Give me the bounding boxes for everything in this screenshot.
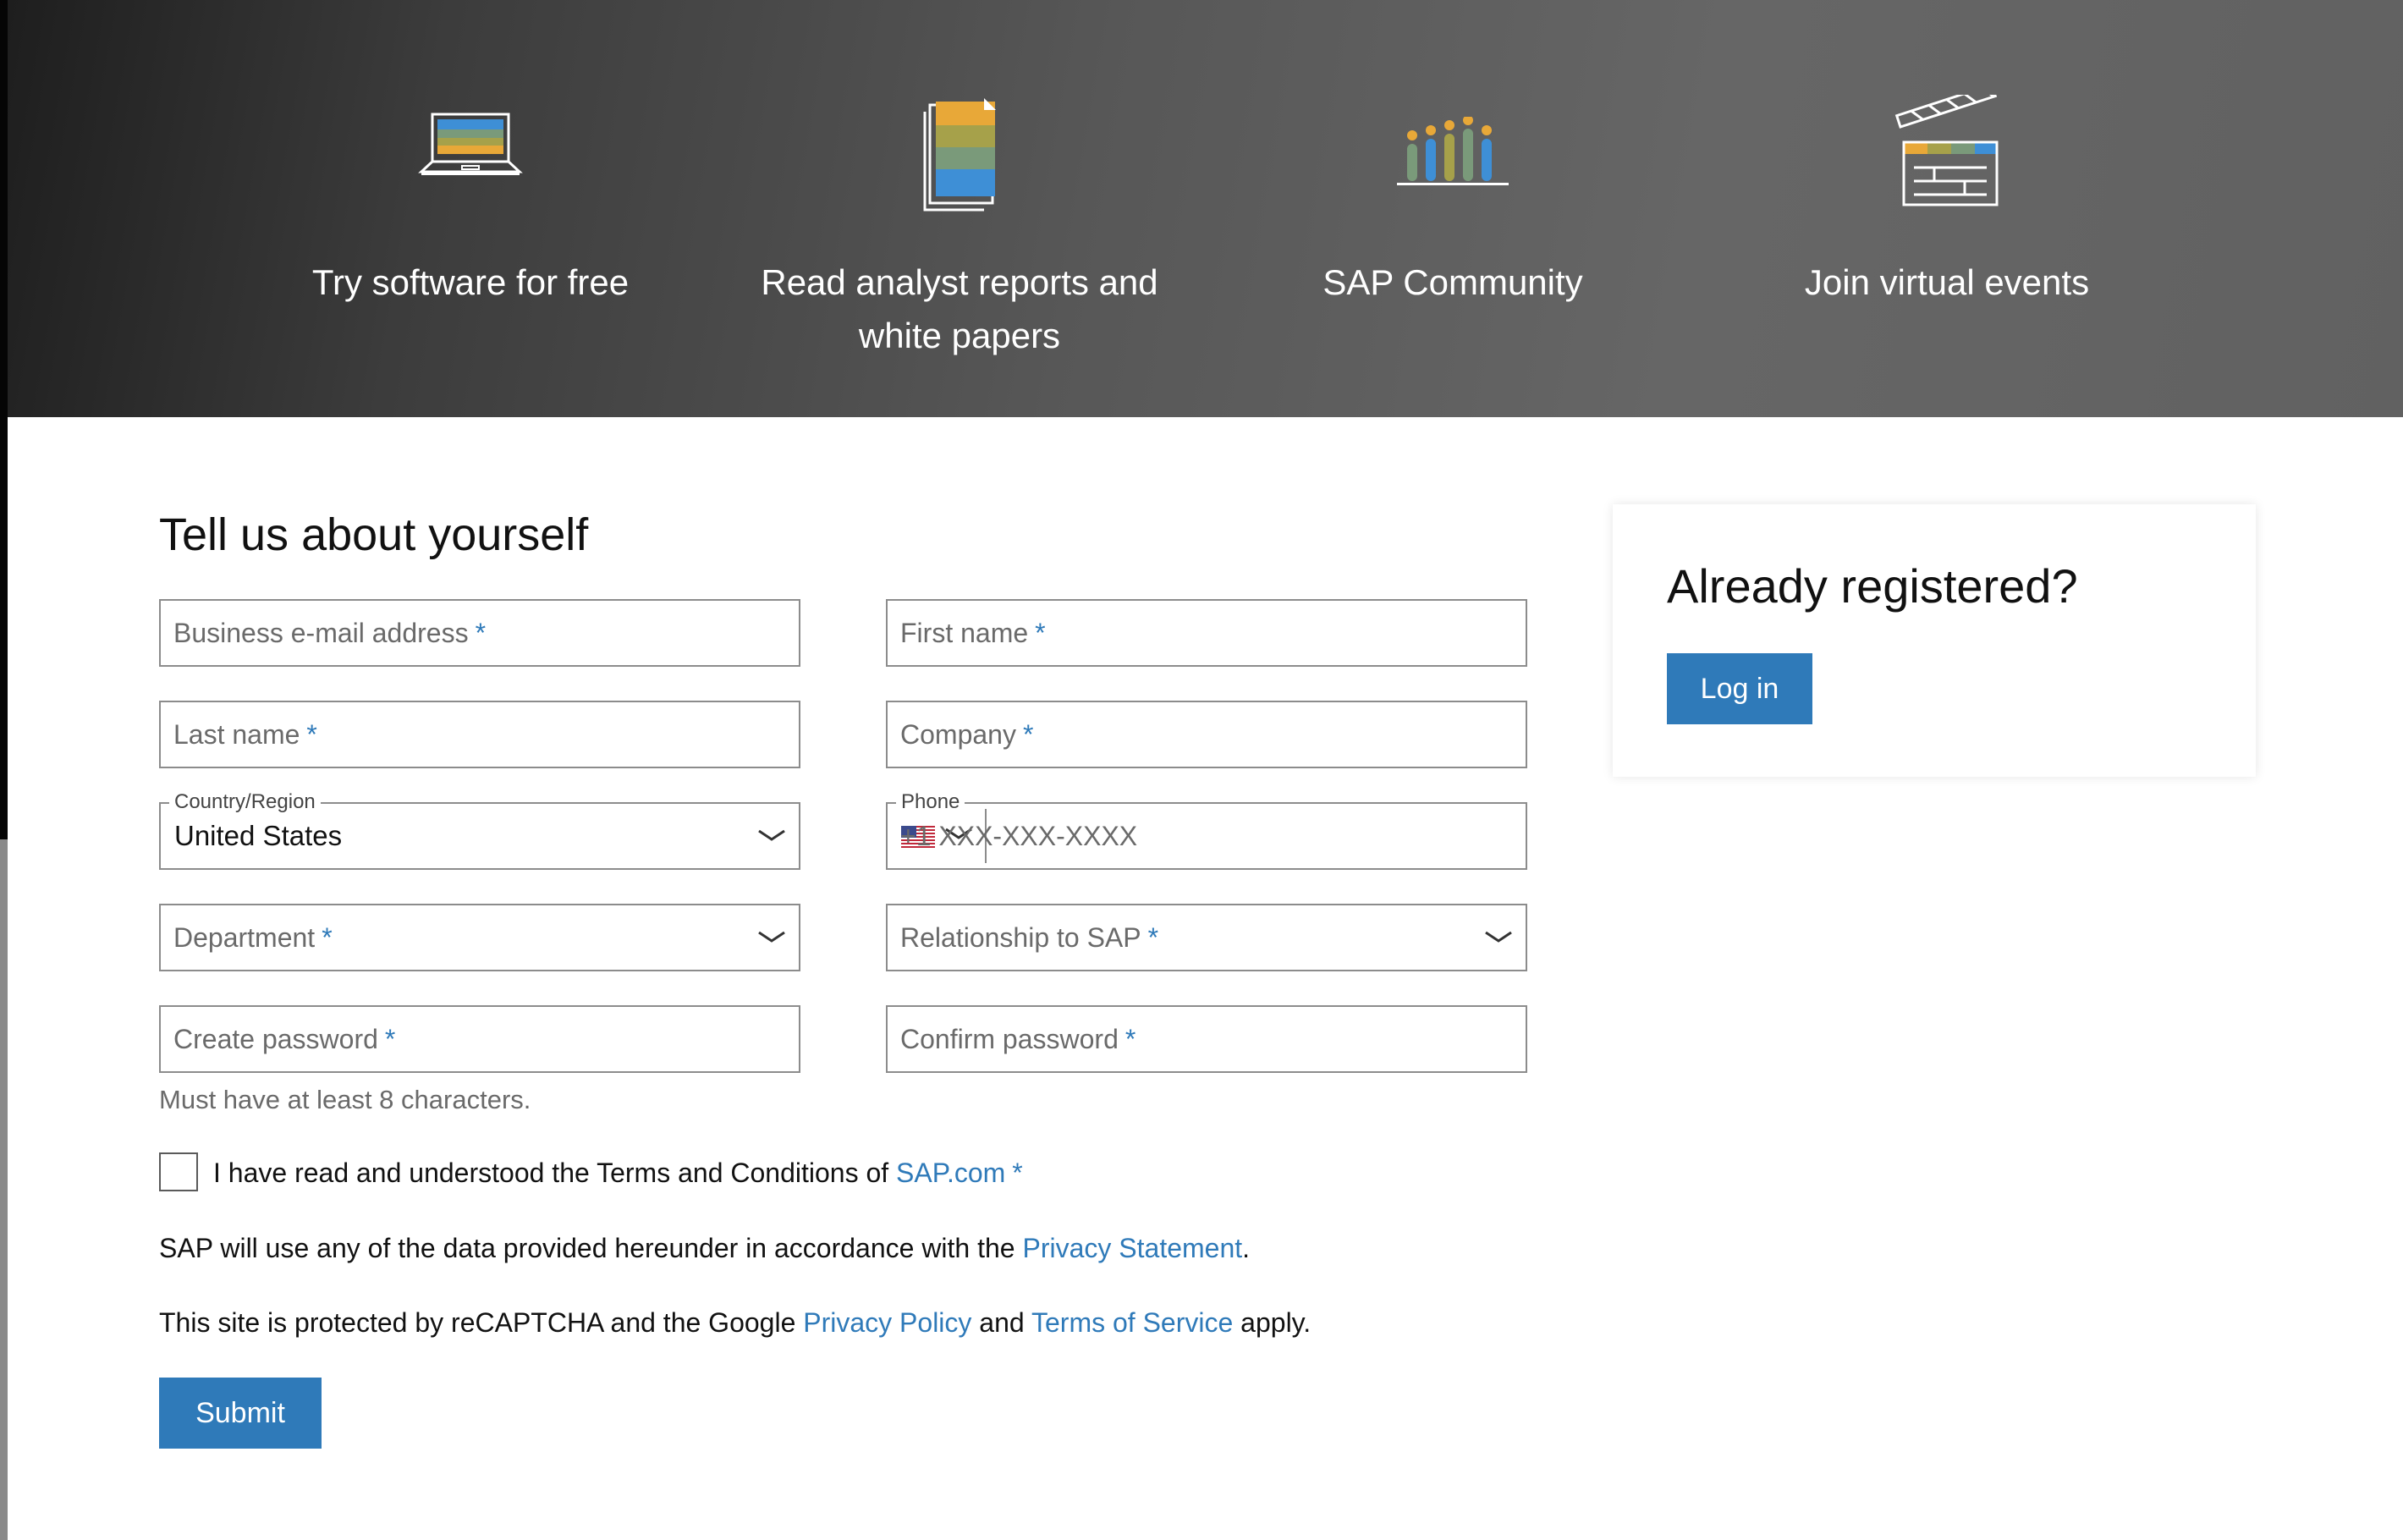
left-edge-bar bbox=[0, 0, 8, 839]
relationship-select[interactable]: Relationship to SAP * bbox=[886, 904, 1527, 971]
hero-banner: Try software for free Read analyst repor… bbox=[8, 0, 2403, 417]
last-name-input[interactable] bbox=[161, 702, 799, 767]
laptop-icon bbox=[418, 113, 523, 175]
country-value: United States bbox=[174, 820, 343, 851]
terms-text: I have read and understood the Terms and… bbox=[213, 1158, 897, 1188]
relationship-placeholder-text: Relationship to SAP bbox=[900, 922, 1141, 953]
privacy-text-end: . bbox=[1242, 1233, 1251, 1263]
terms-label: I have read and understood the Terms and… bbox=[213, 1154, 1023, 1191]
required-marker: * bbox=[1012, 1158, 1023, 1188]
phone-input[interactable] bbox=[888, 804, 1526, 868]
confirm-password-field[interactable]: Confirm password * bbox=[886, 1005, 1527, 1073]
recaptcha-text: This site is protected by reCAPTCHA and … bbox=[159, 1307, 804, 1338]
email-input[interactable] bbox=[161, 601, 799, 665]
create-password-field[interactable]: Create password * bbox=[159, 1005, 800, 1073]
recaptcha-text-end: apply. bbox=[1233, 1307, 1311, 1338]
password-hint: Must have at least 8 characters. bbox=[159, 1085, 531, 1114]
form-title: Tell us about yourself bbox=[159, 509, 589, 560]
log-in-button[interactable]: Log in bbox=[1667, 653, 1812, 724]
left-edge-scroll bbox=[0, 839, 8, 1540]
confirm-password-input[interactable] bbox=[888, 1007, 1526, 1071]
hero-label-line2: white papers bbox=[858, 316, 1061, 355]
privacy-paragraph: SAP will use any of the data provided he… bbox=[159, 1229, 1250, 1267]
documents-icon bbox=[923, 98, 996, 212]
department-select[interactable]: Department * bbox=[159, 904, 800, 971]
email-field[interactable]: Business e-mail address * bbox=[159, 599, 800, 667]
relationship-placeholder: Relationship to SAP * bbox=[900, 905, 1158, 970]
phone-field[interactable]: Phone bbox=[886, 791, 1527, 870]
terms-of-service-link[interactable]: Terms of Service bbox=[1031, 1307, 1233, 1338]
login-card: Already registered? Log in bbox=[1613, 504, 2256, 777]
first-name-input[interactable] bbox=[888, 601, 1526, 665]
recaptcha-text-middle: and bbox=[971, 1307, 1031, 1338]
company-input[interactable] bbox=[888, 702, 1526, 767]
privacy-statement-link[interactable]: Privacy Statement bbox=[1022, 1233, 1242, 1263]
chevron-down-icon bbox=[758, 931, 785, 943]
login-card-title: Already registered? bbox=[1667, 559, 2078, 613]
hero-label: Try software for free bbox=[311, 262, 630, 302]
last-name-field[interactable]: Last name * bbox=[159, 701, 800, 768]
hero-label: Join virtual events bbox=[1804, 262, 2090, 302]
recaptcha-paragraph: This site is protected by reCAPTCHA and … bbox=[159, 1304, 1311, 1341]
clapperboard-icon bbox=[1894, 95, 1999, 206]
hero-label: Read analyst reports and white papers bbox=[723, 256, 1196, 362]
hero-label-line1: Read analyst reports and bbox=[761, 262, 1158, 302]
chevron-down-icon bbox=[758, 829, 785, 841]
first-name-field[interactable]: First name * bbox=[886, 599, 1527, 667]
chevron-down-icon bbox=[1485, 931, 1512, 943]
required-marker: * bbox=[322, 922, 333, 953]
privacy-text: SAP will use any of the data provided he… bbox=[159, 1233, 1023, 1263]
company-field[interactable]: Company * bbox=[886, 701, 1527, 768]
create-password-input[interactable] bbox=[161, 1007, 799, 1071]
country-select[interactable]: Country/Region United States bbox=[159, 791, 800, 870]
privacy-policy-link[interactable]: Privacy Policy bbox=[803, 1307, 971, 1338]
terms-sap-link[interactable]: SAP.com bbox=[896, 1158, 1005, 1188]
submit-button[interactable]: Submit bbox=[159, 1378, 322, 1449]
required-marker: * bbox=[1147, 922, 1159, 953]
hero-label: SAP Community bbox=[1322, 262, 1583, 302]
department-placeholder-text: Department bbox=[173, 922, 316, 953]
department-placeholder: Department * bbox=[173, 905, 333, 970]
community-icon bbox=[1397, 117, 1509, 185]
terms-checkbox[interactable] bbox=[159, 1152, 198, 1191]
